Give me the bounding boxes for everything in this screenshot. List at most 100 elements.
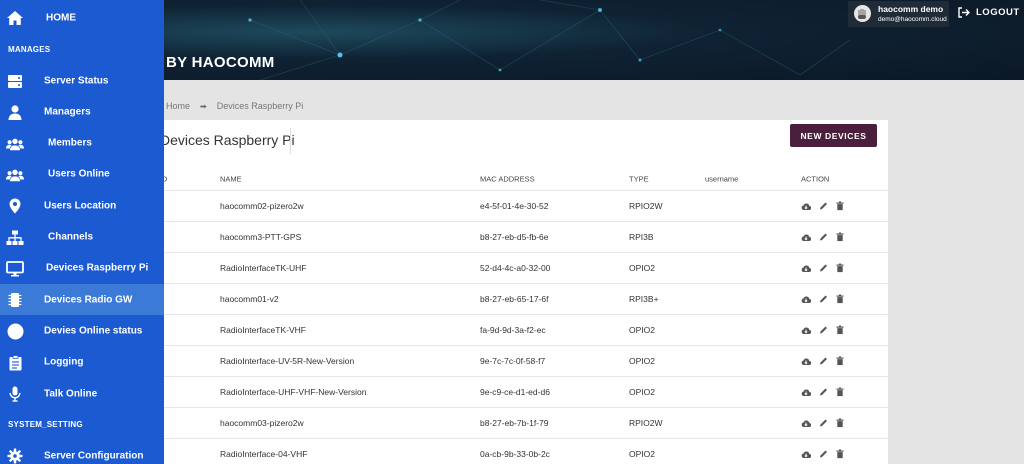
mac-address: b8-27-eb-7b-1f-79 bbox=[480, 418, 549, 428]
breadcrumb-home[interactable]: Home bbox=[166, 101, 190, 111]
mac-address: b8-27-eb-65-17-6f bbox=[480, 294, 549, 304]
row-actions bbox=[801, 325, 844, 335]
users-icon bbox=[6, 166, 24, 184]
device-type: OPIO2 bbox=[629, 449, 655, 459]
cloud-download-icon[interactable] bbox=[801, 233, 811, 241]
sidebar-item-label: HOME bbox=[46, 12, 76, 23]
table-row: RadioInterface-UHF-VHF-New-Version 9e-c9… bbox=[150, 376, 888, 407]
column-header-username: username bbox=[705, 174, 739, 184]
sidebar-item-managers[interactable]: Managers bbox=[0, 96, 164, 127]
pencil-icon[interactable] bbox=[819, 202, 828, 211]
trash-icon[interactable] bbox=[836, 418, 844, 428]
column-header-name: NAME bbox=[220, 174, 242, 184]
trash-icon[interactable] bbox=[836, 356, 844, 366]
pencil-icon[interactable] bbox=[819, 419, 828, 428]
trash-icon[interactable] bbox=[836, 201, 844, 211]
pencil-icon[interactable] bbox=[819, 264, 828, 273]
sidebar-item-server-status[interactable]: Server Status bbox=[0, 65, 164, 96]
device-type: OPIO2 bbox=[629, 356, 655, 366]
mac-address: e4-5f-01-4e-30-52 bbox=[480, 201, 549, 211]
trash-icon[interactable] bbox=[836, 294, 844, 304]
desktop-icon bbox=[6, 260, 24, 278]
trash-icon[interactable] bbox=[836, 449, 844, 459]
device-type: RPIO2W bbox=[629, 201, 663, 211]
sidebar-item-devices-radio-gw[interactable]: Devices Radio GW bbox=[0, 284, 164, 316]
device-name: haocomm3-PTT-GPS bbox=[220, 232, 302, 242]
table-row: haocomm03-pizero2w b8-27-eb-7b-1f-79 RPI… bbox=[150, 407, 888, 438]
device-name: RadioInterface-UV-5R-New-Version bbox=[220, 356, 355, 366]
device-type: OPIO2 bbox=[629, 263, 655, 273]
logout-button[interactable]: LOGOUT bbox=[958, 7, 1020, 18]
row-actions bbox=[801, 294, 844, 304]
cloud-download-icon[interactable] bbox=[801, 388, 811, 396]
mac-address: 52-d4-4c-a0-32-00 bbox=[480, 263, 551, 273]
home-icon bbox=[6, 9, 24, 27]
pencil-icon[interactable] bbox=[819, 357, 828, 366]
table-row: RadioInterface-UV-5R-New-Version 9e-7c-7… bbox=[150, 345, 888, 376]
mac-address: 9e-7c-7c-0f-58-f7 bbox=[480, 356, 546, 366]
logout-label: LOGOUT bbox=[976, 7, 1020, 18]
page-title: Devices Raspberry Pi bbox=[160, 132, 295, 148]
pencil-icon[interactable] bbox=[819, 450, 828, 459]
row-actions bbox=[801, 263, 844, 273]
cloud-download-icon[interactable] bbox=[801, 295, 811, 303]
sitemap-icon bbox=[6, 229, 24, 247]
sidebar-item-talk-online[interactable]: Talk Online bbox=[0, 378, 164, 409]
avatar bbox=[854, 5, 871, 22]
pencil-icon[interactable] bbox=[819, 388, 828, 397]
cloud-download-icon[interactable] bbox=[801, 450, 811, 458]
table-row: RadioInterfaceTK-VHF fa-9d-9d-3a-f2-ec O… bbox=[150, 314, 888, 345]
sidebar-item-label: Logging bbox=[44, 356, 84, 368]
column-header-action: ACTION bbox=[801, 174, 830, 184]
device-name: haocomm02-pizero2w bbox=[220, 201, 304, 211]
user-name: haocomm demo bbox=[878, 4, 944, 14]
breadcrumb-current: Devices Raspberry Pi bbox=[216, 101, 304, 111]
cloud-download-icon[interactable] bbox=[801, 202, 811, 210]
row-actions bbox=[801, 356, 844, 366]
device-name: RadioInterfaceTK-VHF bbox=[220, 325, 306, 335]
mac-address: fa-9d-9d-3a-f2-ec bbox=[480, 325, 546, 335]
sidebar-item-label: Users Online bbox=[48, 168, 110, 180]
sidebar-item-logging[interactable]: Logging bbox=[0, 347, 164, 378]
sidebar-item-devies-online-status[interactable]: Devies Online status bbox=[0, 315, 164, 346]
trash-icon[interactable] bbox=[836, 387, 844, 397]
breadcrumb: Home ➡ Devices Raspberry Pi bbox=[166, 101, 303, 111]
sidebar-item-devices-raspberry-pi[interactable]: Devices Raspberry Pi bbox=[0, 253, 164, 284]
cloud-download-icon[interactable] bbox=[801, 357, 811, 365]
user-profile-box[interactable]: haocomm demo demo@haocomm.cloud bbox=[848, 1, 949, 27]
trash-icon[interactable] bbox=[836, 325, 844, 335]
circle-icon bbox=[6, 322, 24, 340]
device-name: RadioInterfaceTK-UHF bbox=[220, 263, 307, 273]
sidebar-item-label: Talk Online bbox=[44, 388, 98, 399]
sidebar-item-members[interactable]: Members bbox=[0, 128, 164, 159]
pencil-icon[interactable] bbox=[819, 295, 828, 304]
device-type: RPIO2W bbox=[629, 418, 663, 428]
row-actions bbox=[801, 387, 844, 397]
sidebar-item-channels[interactable]: Channels bbox=[0, 222, 164, 253]
trash-icon[interactable] bbox=[836, 232, 844, 242]
user-email: demo@haocomm.cloud bbox=[878, 16, 947, 23]
row-actions bbox=[801, 201, 844, 211]
sidebar-item-home[interactable]: HOME bbox=[0, 2, 164, 33]
pencil-icon[interactable] bbox=[819, 233, 828, 242]
sidebar-item-users-location[interactable]: Users Location bbox=[0, 190, 164, 221]
map-marker-icon bbox=[6, 197, 24, 215]
column-header-mac: MAC ADDRESS bbox=[480, 174, 535, 184]
cloud-download-icon[interactable] bbox=[801, 419, 811, 427]
chip-icon bbox=[6, 291, 24, 309]
new-devices-button[interactable]: NEW DEVICES bbox=[790, 124, 877, 147]
sidebar-item-users-online[interactable]: Users Online bbox=[0, 159, 164, 190]
row-actions bbox=[801, 232, 844, 242]
sidebar-item-label: Devices Raspberry Pi bbox=[46, 262, 149, 274]
sidebar-item-label: Managers bbox=[44, 106, 91, 118]
microphone-icon bbox=[6, 385, 24, 403]
trash-icon[interactable] bbox=[836, 263, 844, 273]
sidebar-item-server-configuration[interactable]: Server Configuration bbox=[0, 440, 164, 464]
device-type: RPI3B bbox=[629, 232, 654, 242]
clipboard-icon bbox=[6, 354, 24, 372]
pencil-icon[interactable] bbox=[819, 326, 828, 335]
cloud-download-icon[interactable] bbox=[801, 326, 811, 334]
cloud-download-icon[interactable] bbox=[801, 264, 811, 272]
sidebar-item-label: Channels bbox=[48, 231, 94, 243]
section-title-system-setting: SYSTEM_SETTING bbox=[8, 420, 83, 429]
